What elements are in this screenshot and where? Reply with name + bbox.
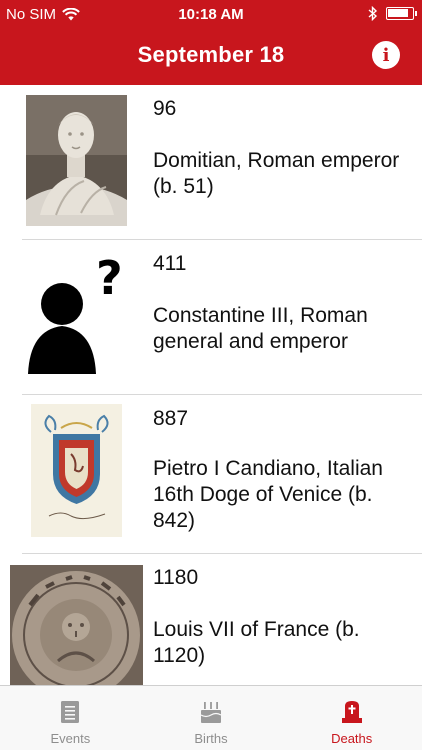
list-item[interactable]: ? 411 Constantine III, Roman general and… <box>0 240 422 395</box>
info-button[interactable]: i <box>372 41 400 69</box>
document-icon <box>61 701 80 723</box>
list-item[interactable]: 96 Domitian, Roman emperor (b. 51) <box>0 85 422 240</box>
tab-bar: Events Births Deaths <box>0 685 422 750</box>
entry-description: Constantine III, Roman general and emper… <box>153 304 368 353</box>
list-item[interactable]: 887 Pietro I Candiano, Italian 16th Doge… <box>0 395 422 554</box>
navigation-header: No SIM 10:18 AM September 18 i <box>0 0 422 85</box>
tab-deaths-label: Deaths <box>331 731 373 746</box>
page-title: September 18 <box>137 42 285 67</box>
tab-events[interactable]: Events <box>0 686 141 750</box>
entry-description: Domitian, Roman emperor (b. 51) <box>153 149 400 198</box>
unknown-person-icon: ? <box>18 252 138 377</box>
tab-births[interactable]: Births <box>141 686 282 750</box>
tab-deaths[interactable]: Deaths <box>281 686 422 750</box>
bluetooth-icon <box>368 6 378 21</box>
status-time: 10:18 AM <box>178 6 244 23</box>
status-bar: No SIM 10:18 AM <box>0 0 422 30</box>
entry-year: 887 <box>153 407 189 430</box>
silver-coin-image <box>10 565 143 685</box>
deaths-list: 96 Domitian, Roman emperor (b. 51) ? 411… <box>0 85 422 685</box>
entry-year: 411 <box>153 252 187 275</box>
bust-portrait-image <box>26 95 127 226</box>
entry-year: 1180 <box>153 566 199 589</box>
entry-description: Louis VII of France (b. 1120) <box>153 618 360 667</box>
battery-icon <box>386 7 417 20</box>
grave-icon <box>341 701 362 723</box>
birthday-cake-icon <box>200 702 222 723</box>
battery-level <box>388 9 408 17</box>
coat-of-arms-image <box>31 404 122 537</box>
entry-year: 96 <box>153 97 177 120</box>
svg-text:?: ? <box>96 252 123 305</box>
entry-description: Pietro I Candiano, Italian 16th Doge of … <box>153 457 383 532</box>
list-item[interactable]: 1180 Louis VII of France (b. 1120) <box>0 554 422 685</box>
tab-events-label: Events <box>50 731 91 746</box>
tab-births-label: Births <box>194 731 228 746</box>
